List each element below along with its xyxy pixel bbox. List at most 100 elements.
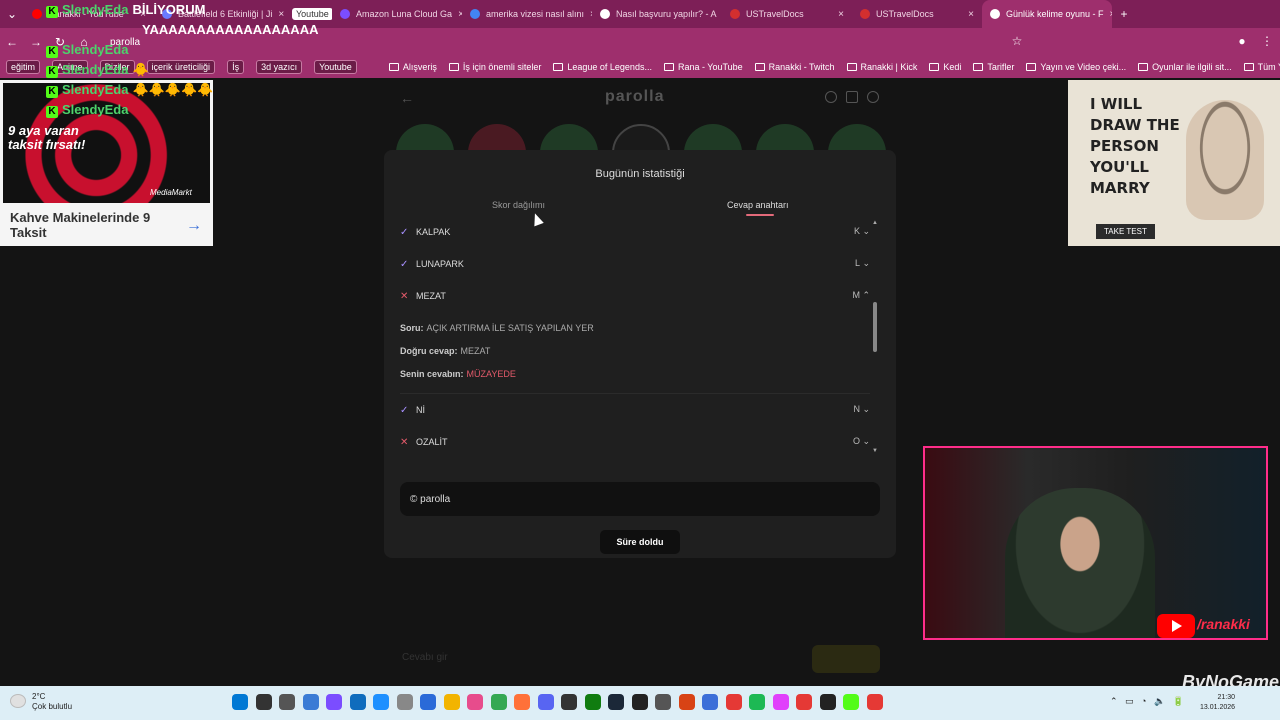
back-icon[interactable]: ←	[0, 35, 24, 49]
bookmark-item[interactable]: Youtube	[308, 60, 363, 74]
taskbar-app-icon[interactable]	[420, 694, 436, 710]
taskbar-app-icon[interactable]	[490, 694, 507, 710]
weather-widget[interactable]: 2°C Çok bulutlu	[10, 692, 72, 712]
close-tab-icon[interactable]: ×	[962, 9, 974, 20]
bookmark-item[interactable]: Oyunlar ile ilgili sit...	[1132, 62, 1238, 72]
profile-avatar[interactable]: ●	[1230, 34, 1254, 48]
bookmark-label: 3d yazıcı	[256, 60, 303, 74]
taskbar-app-icon[interactable]	[349, 694, 366, 710]
bookmark-item[interactable]: eğitim	[0, 60, 46, 74]
taskbar-app-icon[interactable]	[655, 694, 671, 710]
check-icon: ✓	[400, 226, 409, 238]
clock[interactable]: 21:30 13.01.2026	[1200, 693, 1235, 713]
scroll-up-icon[interactable]: ▲	[872, 220, 878, 226]
bookmark-item[interactable]: 3d yazıcı	[250, 60, 308, 74]
chevron-down-icon[interactable]: ⌄	[862, 226, 870, 237]
chevron-up-icon[interactable]: ⌃	[862, 290, 870, 301]
taskbar-app-icon[interactable]	[467, 694, 483, 710]
answer-row[interactable]: ✕ OZALİT O ⌄	[400, 426, 870, 456]
chevron-down-icon[interactable]: ⌄	[862, 258, 870, 269]
bookmark-item[interactable]: Alışveriş	[383, 62, 443, 72]
submit-button[interactable]	[812, 645, 880, 673]
taskbar-app-icon[interactable]	[796, 694, 812, 710]
taskbar-app-icon[interactable]	[537, 694, 554, 710]
taskbar-app-icon[interactable]	[561, 694, 577, 710]
taskbar-app-icon[interactable]	[443, 694, 460, 710]
answer-row[interactable]: ✓ Nİ N ⌄	[400, 394, 870, 426]
bookmark-item[interactable]: İş için önemli siteler	[443, 62, 548, 72]
taskbar-app-icon[interactable]	[725, 694, 742, 710]
ad-brand: MediaMarkt	[150, 188, 192, 197]
answer-row[interactable]: ✓ KALPAK K ⌄	[400, 216, 870, 248]
taskbar-app-icon[interactable]	[866, 694, 883, 710]
bookmark-item[interactable]: League of Legends...	[547, 62, 658, 72]
list-scrollbar[interactable]: ▲ ▼	[872, 220, 878, 456]
browser-tab[interactable]: Günlük kelime oyunu - F×	[982, 0, 1112, 28]
forward-icon[interactable]: →	[24, 35, 48, 49]
stats-icon[interactable]	[846, 91, 858, 103]
close-tab-icon[interactable]: ×	[584, 9, 592, 20]
taskbar-app-icon[interactable]	[631, 694, 648, 710]
tab-answer-key[interactable]: Cevap anahtarı	[727, 200, 789, 210]
browser-tab[interactable]: USTravelDocs ×	[722, 0, 852, 28]
taskbar-app-icon[interactable]	[326, 694, 342, 710]
browser-tab[interactable]: Nasıl başvuru yapılır? - A×	[592, 0, 722, 28]
ad-promo-text: 9 aya varan taksit fırsatı!	[8, 123, 86, 152]
taskbar-app-icon[interactable]	[749, 694, 765, 710]
taskbar-app-icon[interactable]	[678, 694, 695, 710]
back-arrow-icon[interactable]: ←	[400, 90, 414, 106]
bookmark-item[interactable]: Yayın ve Video çeki...	[1020, 62, 1132, 72]
bookmark-item[interactable]: Ranakki | Kick	[841, 62, 924, 72]
chevron-down-icon[interactable]: ⌄	[862, 436, 870, 447]
browser-tab[interactable]: Amazon Luna Cloud Ga ×	[332, 0, 462, 28]
taskbar-app-icon[interactable]	[608, 694, 624, 710]
taskbar-app-icon[interactable]	[302, 694, 319, 710]
bookmark-item[interactable]: Tarifler	[967, 62, 1020, 72]
taskbar-app-icon[interactable]	[514, 694, 530, 710]
answer-row[interactable]: ✓ LUNAPARK L ⌄	[400, 248, 870, 280]
taskbar-app-icon[interactable]	[584, 694, 601, 710]
close-tab-icon[interactable]: ×	[452, 9, 462, 20]
answer-input[interactable]: Cevabı gir	[402, 652, 448, 663]
bookmark-label: Ranakki - Twitch	[768, 62, 835, 72]
bookmark-item[interactable]: Kedi	[923, 62, 967, 72]
browser-tab[interactable]: USTravelDocs ×	[852, 0, 982, 28]
browser-tab[interactable]: amerika vizesi nasıl alını×	[462, 0, 592, 28]
info-icon[interactable]	[825, 91, 837, 103]
taskbar-app-icon[interactable]	[819, 694, 836, 710]
take-test-button[interactable]: TAKE TEST	[1096, 224, 1155, 239]
close-tab-icon[interactable]: ×	[1104, 9, 1112, 20]
arrow-right-icon[interactable]: →	[186, 217, 202, 235]
kick-badge-icon: K	[46, 106, 58, 118]
chevron-down-icon[interactable]: ⌄	[862, 404, 870, 415]
scroll-down-icon[interactable]: ▼	[872, 448, 878, 454]
taskbar-app-icon[interactable]	[373, 694, 389, 710]
close-tab-icon[interactable]: ×	[272, 9, 284, 20]
bookmark-star-icon[interactable]: ☆	[1005, 34, 1029, 48]
menu-icon[interactable]: ⋮	[1255, 34, 1279, 48]
taskbar-app-icon[interactable]	[396, 694, 413, 710]
user-icon[interactable]	[867, 91, 879, 103]
time-up-button[interactable]: Süre doldu	[600, 530, 680, 554]
bookmark-item[interactable]: Rana - YouTube	[658, 62, 749, 72]
taskbar-app-icon[interactable]	[843, 694, 859, 710]
bookmark-item[interactable]: Tüm Yer İşaretleri	[1238, 62, 1280, 72]
new-tab-icon[interactable]: +	[1112, 7, 1136, 21]
question-text: AÇIK ARTIRMA İLE SATIŞ YAPILAN YER	[426, 322, 594, 333]
answer-row-expanded[interactable]: ✕ MEZAT M ⌃	[400, 280, 870, 312]
chat-text: BİLİYORUM	[132, 2, 206, 17]
scroll-thumb[interactable]	[873, 302, 877, 352]
tab-score-distribution[interactable]: Skor dağılımı	[492, 200, 545, 210]
taskbar-app-icon[interactable]	[279, 694, 295, 710]
taskbar-app-icon[interactable]	[702, 694, 718, 710]
ad-caption: Kahve Makinelerinde 9 Taksit	[10, 210, 151, 240]
taskbar-app-icon[interactable]	[232, 694, 248, 710]
system-tray[interactable]: ⌃ ▭ ◔ 🔈 🔋	[1110, 696, 1184, 707]
taskbar-app-icon[interactable]	[772, 694, 789, 710]
answer-list[interactable]: ✓ KALPAK K ⌄ ✓ LUNAPARK L ⌄ ✕ MEZAT M ⌃ …	[400, 216, 870, 456]
taskbar-app-icon[interactable]	[255, 694, 272, 710]
close-tab-icon[interactable]: ×	[832, 9, 844, 20]
bookmark-item[interactable]: Ranakki - Twitch	[749, 62, 841, 72]
right-ad[interactable]: I WILL DRAW THE PERSON YOU'LL MARRY TAKE…	[1068, 80, 1280, 246]
tab-search-icon[interactable]: ⌄	[0, 7, 24, 21]
